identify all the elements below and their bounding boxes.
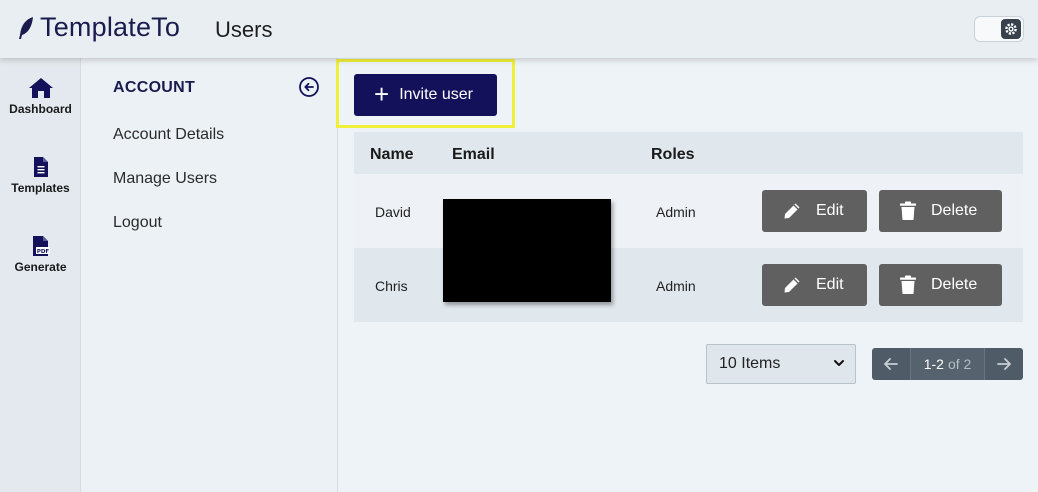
top-bar: TemplateTo Users [0,0,1038,58]
account-subnav: ACCOUNT Account Details Manage Users Log… [81,58,338,492]
redacted-email-block [443,199,611,302]
feather-icon [19,16,33,39]
gear-icon [1005,23,1017,35]
subnav-link-account-details[interactable]: Account Details [113,126,224,144]
page-range-value: 1-2 [923,356,944,372]
settings-knob [1001,19,1021,39]
pagination: 1-2 of 2 [872,348,1023,380]
page-range: 1-2 of 2 [910,348,985,380]
invite-user-label: Invite user [399,86,473,103]
pencil-icon [784,277,800,293]
svg-text:PDF: PDF [36,249,49,255]
settings-toggle[interactable] [974,16,1024,42]
edit-label: Edit [816,276,844,293]
main-content: + Invite user Name Email Roles David Adm… [336,58,1038,492]
subnav-heading: ACCOUNT [113,79,196,96]
pdf-file-icon: PDF [32,236,50,256]
delete-button[interactable]: Delete [879,264,1002,306]
brand-name: TemplateTo [40,12,181,42]
delete-label: Delete [931,202,978,219]
trash-icon [900,201,916,220]
delete-button[interactable]: Delete [879,190,1002,232]
edit-button[interactable]: Edit [762,190,867,232]
rail-label: Templates [11,181,70,195]
page-total: of 2 [947,356,972,372]
arrow-left-circle-icon[interactable] [298,76,320,98]
rail-label: Generate [14,260,67,274]
next-page-button[interactable] [985,348,1023,380]
icon-rail: Dashboard Templates PDF Generate [0,58,81,492]
user-name: David [375,204,411,220]
plus-icon: + [374,79,390,109]
chevron-down-icon [834,360,844,366]
column-header-name: Name [370,146,414,163]
delete-label: Delete [931,276,978,293]
document-icon [33,157,48,177]
page-title: Users [215,17,273,42]
rail-item-generate[interactable]: PDF Generate [0,235,81,274]
rail-item-dashboard[interactable]: Dashboard [0,77,81,116]
home-icon [28,78,53,98]
trash-icon [900,275,916,294]
column-header-roles: Roles [651,146,695,163]
table-header: Name Email Roles [354,132,1023,174]
arrow-left-icon [884,358,898,370]
invite-user-button[interactable]: + Invite user [354,74,497,116]
page-size-select[interactable]: 10 Items [706,344,856,384]
brand[interactable]: TemplateTo [16,12,180,43]
subnav-link-manage-users[interactable]: Manage Users [113,170,217,188]
subnav-link-logout[interactable]: Logout [113,214,162,232]
rail-item-templates[interactable]: Templates [0,156,81,195]
rail-label: Dashboard [9,102,72,116]
user-name: Chris [375,278,408,294]
user-role: Admin [656,278,696,294]
pencil-icon [784,203,800,219]
arrow-right-icon [997,358,1011,370]
user-role: Admin [656,204,696,220]
previous-page-button[interactable] [872,348,910,380]
edit-label: Edit [816,202,844,219]
edit-button[interactable]: Edit [762,264,867,306]
page-size-value: 10 Items [719,355,781,372]
column-header-email: Email [452,146,495,163]
